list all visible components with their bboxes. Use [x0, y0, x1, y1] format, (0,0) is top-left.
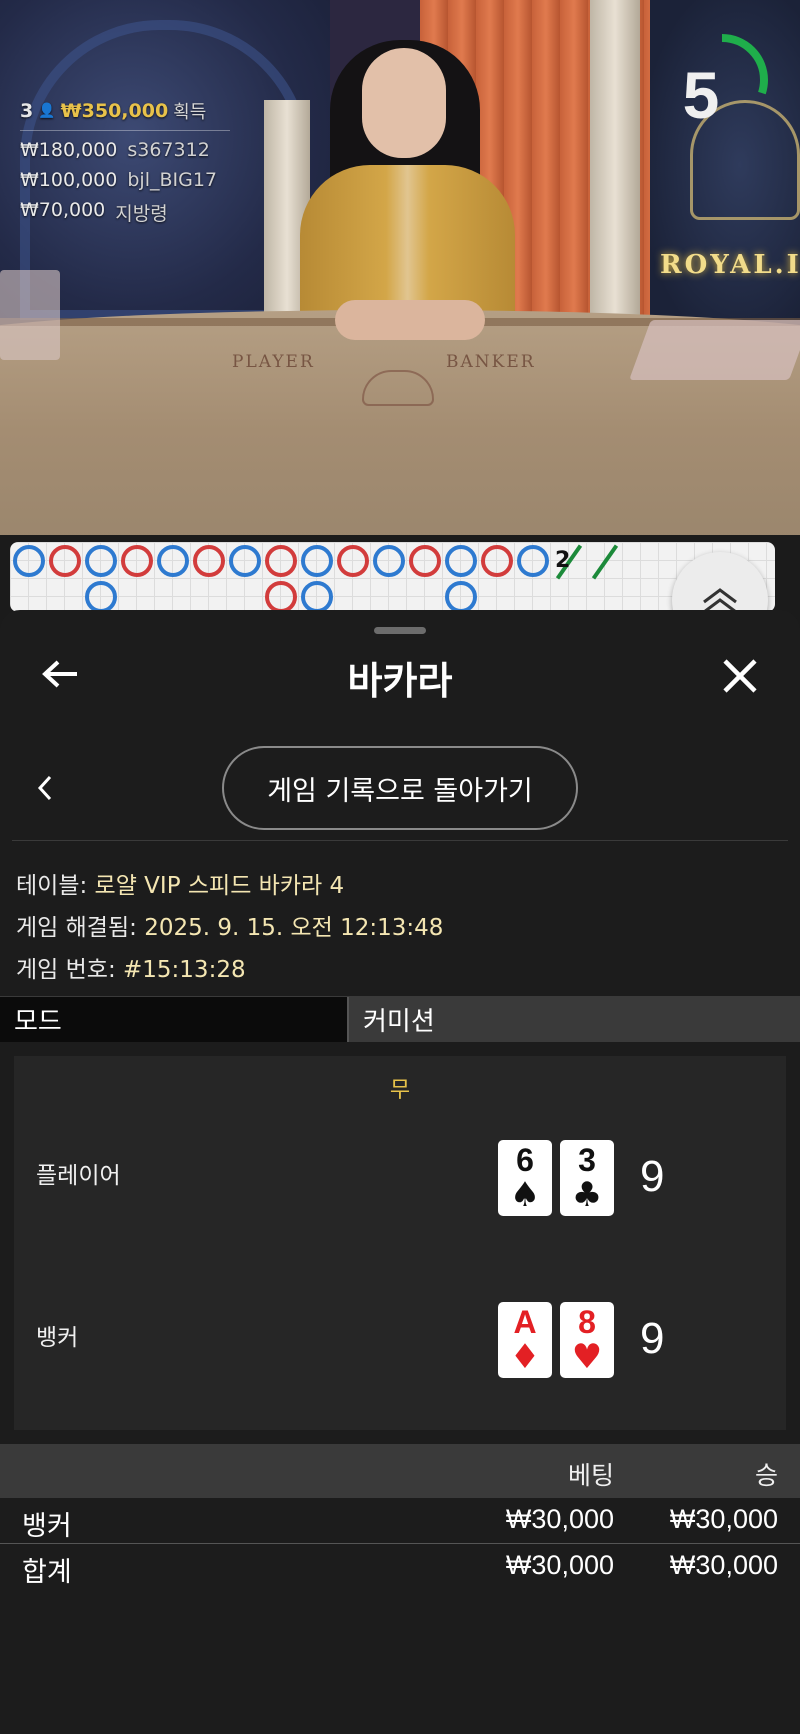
bead-banker [265, 581, 297, 612]
winner-row: ₩180,000 s367312 [20, 139, 230, 161]
page-title: 바카라 [347, 659, 453, 703]
bead-player [301, 581, 333, 612]
brand-sign: ROYAL.I [660, 250, 800, 280]
mode-value: 커미션 [347, 997, 800, 1042]
close-button[interactable] [718, 654, 762, 698]
bead-banker [49, 545, 81, 577]
bead-player [445, 581, 477, 612]
back-to-history-button[interactable]: 게임 기록으로 돌아가기 [222, 746, 578, 830]
bead-banker [409, 545, 441, 577]
card-shoe [0, 270, 60, 360]
card-discard-tray [629, 320, 800, 380]
win-amount: ₩30,000 [669, 1504, 778, 1534]
table-info: 테이블: 로얄 VIP 스피드 바카라 4 [16, 866, 344, 900]
divider [12, 840, 788, 841]
game-number-value: #15:13:28 [123, 957, 246, 983]
mode-label: 모드 [0, 997, 347, 1042]
chevron-left-icon [37, 775, 52, 801]
winner-amount: ₩70,000 [20, 199, 106, 221]
resolved-info: 게임 해결됨: 2025. 9. 15. 오전 12:13:48 [16, 908, 443, 942]
felt-player-label: PLAYER [232, 352, 315, 372]
table-row-total: 합계 ₩30,000 ₩30,000 [0, 1546, 800, 1590]
bead-tie-mark [591, 544, 619, 580]
dealer-hands [335, 300, 485, 340]
winner-name: bjl_BIG17 [127, 169, 218, 191]
card-suit: ♥ [571, 1337, 603, 1377]
bead-player [445, 545, 477, 577]
mode-row: 모드 커미션 [0, 996, 800, 1042]
winner-amount: ₩180,000 [20, 139, 118, 161]
table-row: 뱅커 ₩30,000 ₩30,000 [0, 1500, 800, 1544]
winner-row: ₩100,000 bjl_BIG17 [20, 169, 230, 191]
winners-overlay: 3 👤 ₩350,000 획득 ₩180,000 s367312 ₩100,00… [20, 98, 230, 226]
bead-player [157, 545, 189, 577]
win-column-header: 승 [754, 1461, 778, 1490]
live-video-feed: ROYAL.I PLAYER BANKER 3 👤 ₩350,000 획득 ₩1… [0, 0, 800, 535]
card-suit: ♦ [509, 1337, 541, 1377]
banker-card: 8 ♥ [560, 1302, 614, 1378]
game-number-info: 게임 번호: #15:13:28 [16, 950, 246, 984]
card-rank: A [513, 1304, 537, 1340]
player-score: 9 [640, 1152, 665, 1201]
round-result: 무 플레이어 6 ♠ 3 ♣ 9 뱅커 A ♦ 8 ♥ 9 [14, 1056, 786, 1430]
bead-banker [265, 545, 297, 577]
close-icon [723, 659, 757, 693]
bead-player [373, 545, 405, 577]
total-win-amount: ₩30,000 [669, 1550, 778, 1580]
bet-amount: ₩30,000 [505, 1504, 614, 1534]
table-value: 로얄 VIP 스피드 바카라 4 [94, 873, 345, 899]
game-number-label: 게임 번호: [16, 957, 116, 983]
bead-player [85, 545, 117, 577]
winner-amount: ₩100,000 [20, 169, 118, 191]
resolved-value: 2025. 9. 15. 오전 12:13:48 [144, 915, 444, 941]
bead-player [517, 545, 549, 577]
round-outcome: 무 [389, 1078, 411, 1103]
banker-label: 뱅커 [36, 1325, 79, 1351]
winner-row: ₩70,000 지방령 [20, 199, 230, 226]
total-bet-amount: ₩30,000 [505, 1550, 614, 1580]
banker-card: A ♦ [498, 1302, 552, 1378]
bet-column-header: 베팅 [567, 1461, 614, 1490]
player-label: 플레이어 [36, 1163, 121, 1189]
felt-banker-label: BANKER [446, 352, 536, 372]
winners-count: 3 [20, 100, 34, 122]
resolved-label: 게임 해결됨: [16, 915, 137, 941]
drag-handle[interactable] [374, 627, 426, 634]
dealer-face [362, 48, 446, 158]
bet-name: 뱅커 [22, 1511, 72, 1542]
bets-table-header: 베팅 승 [0, 1444, 800, 1498]
bead-player [13, 545, 45, 577]
bead-tie-count: 2 [555, 548, 571, 573]
player-card: 6 ♠ [498, 1140, 552, 1216]
table-label: 테이블: [16, 873, 88, 899]
winners-total: ₩350,000 [60, 100, 169, 122]
winner-name: 지방령 [115, 203, 168, 225]
bead-road[interactable]: 2 [10, 542, 775, 612]
card-rank: 8 [578, 1304, 596, 1340]
bead-banker [481, 545, 513, 577]
bead-player [301, 545, 333, 577]
banker-score: 9 [640, 1314, 665, 1363]
previous-game-button[interactable] [32, 772, 58, 804]
game-history-panel: 바카라 게임 기록으로 돌아가기 테이블: 로얄 VIP 스피드 바카라 4 게… [0, 610, 800, 1734]
card-rank: 3 [578, 1142, 596, 1178]
person-icon: 👤 [38, 103, 56, 119]
player-card: 3 ♣ [560, 1140, 614, 1216]
total-label: 합계 [22, 1557, 72, 1588]
bead-banker [121, 545, 153, 577]
bead-banker [337, 545, 369, 577]
bead-player [229, 545, 261, 577]
pillar [590, 0, 640, 330]
winner-name: s367312 [127, 139, 210, 161]
bead-player [85, 581, 117, 612]
countdown-timer: 5 [682, 58, 720, 132]
winners-label: 획득 [173, 102, 207, 123]
card-suit: ♠ [509, 1175, 541, 1215]
card-suit: ♣ [571, 1175, 603, 1215]
bead-banker [193, 545, 225, 577]
card-rank: 6 [516, 1142, 534, 1178]
